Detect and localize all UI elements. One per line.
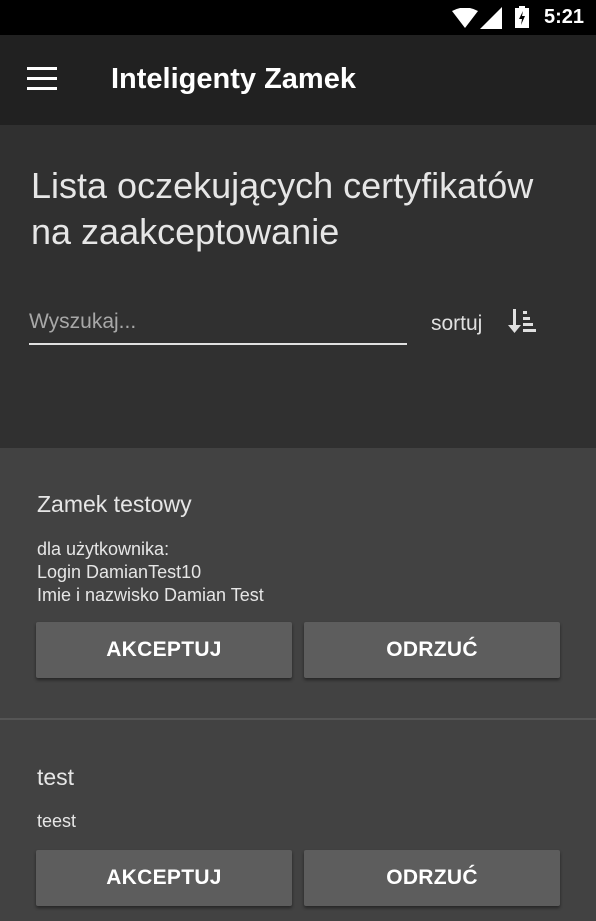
accept-button[interactable]: AKCEPTUJ <box>36 622 292 678</box>
sort-descending-icon[interactable] <box>508 307 536 335</box>
card-title: Zamek testowy <box>37 491 192 517</box>
card-details: dla użytkownika: Login DamianTest10 Imie… <box>37 538 264 607</box>
wifi-icon <box>452 8 478 28</box>
card-detail-line: teest <box>37 811 77 831</box>
card-details: teest <box>37 810 76 833</box>
certificate-card: Zamek testowy dla użytkownika: Login Dam… <box>0 448 596 718</box>
card-detail-line: Login DamianTest10 <box>37 562 202 582</box>
header-area: Lista oczekujących certyfikatów na zaakc… <box>0 125 596 448</box>
card-detail-line: dla użytkownika: <box>37 539 170 559</box>
page-title: Lista oczekujących certyfikatów na zaakc… <box>31 163 591 255</box>
signal-icon <box>480 7 502 29</box>
app-bar: Inteligenty Zamek <box>0 35 596 125</box>
card-title: test <box>37 764 75 790</box>
reject-button[interactable]: ODRZUĆ <box>304 622 560 678</box>
certificate-card: test teest AKCEPTUJ ODRZUĆ <box>0 720 596 921</box>
search-input[interactable] <box>29 305 407 345</box>
page-title-line2: na zaakceptowanie <box>31 211 340 252</box>
status-bar: 5:21 <box>0 0 596 35</box>
reject-button[interactable]: ODRZUĆ <box>304 850 560 906</box>
hamburger-menu-icon[interactable] <box>27 67 57 91</box>
page-title-line1: Lista oczekujących certyfikatów <box>31 165 534 206</box>
app-title: Inteligenty Zamek <box>111 63 356 95</box>
sort-label: sortuj <box>431 312 483 335</box>
battery-charging-icon <box>515 6 529 28</box>
accept-button[interactable]: AKCEPTUJ <box>36 850 292 906</box>
status-time: 5:21 <box>543 6 584 28</box>
card-detail-line: Imie i nazwisko Damian Test <box>37 585 264 605</box>
